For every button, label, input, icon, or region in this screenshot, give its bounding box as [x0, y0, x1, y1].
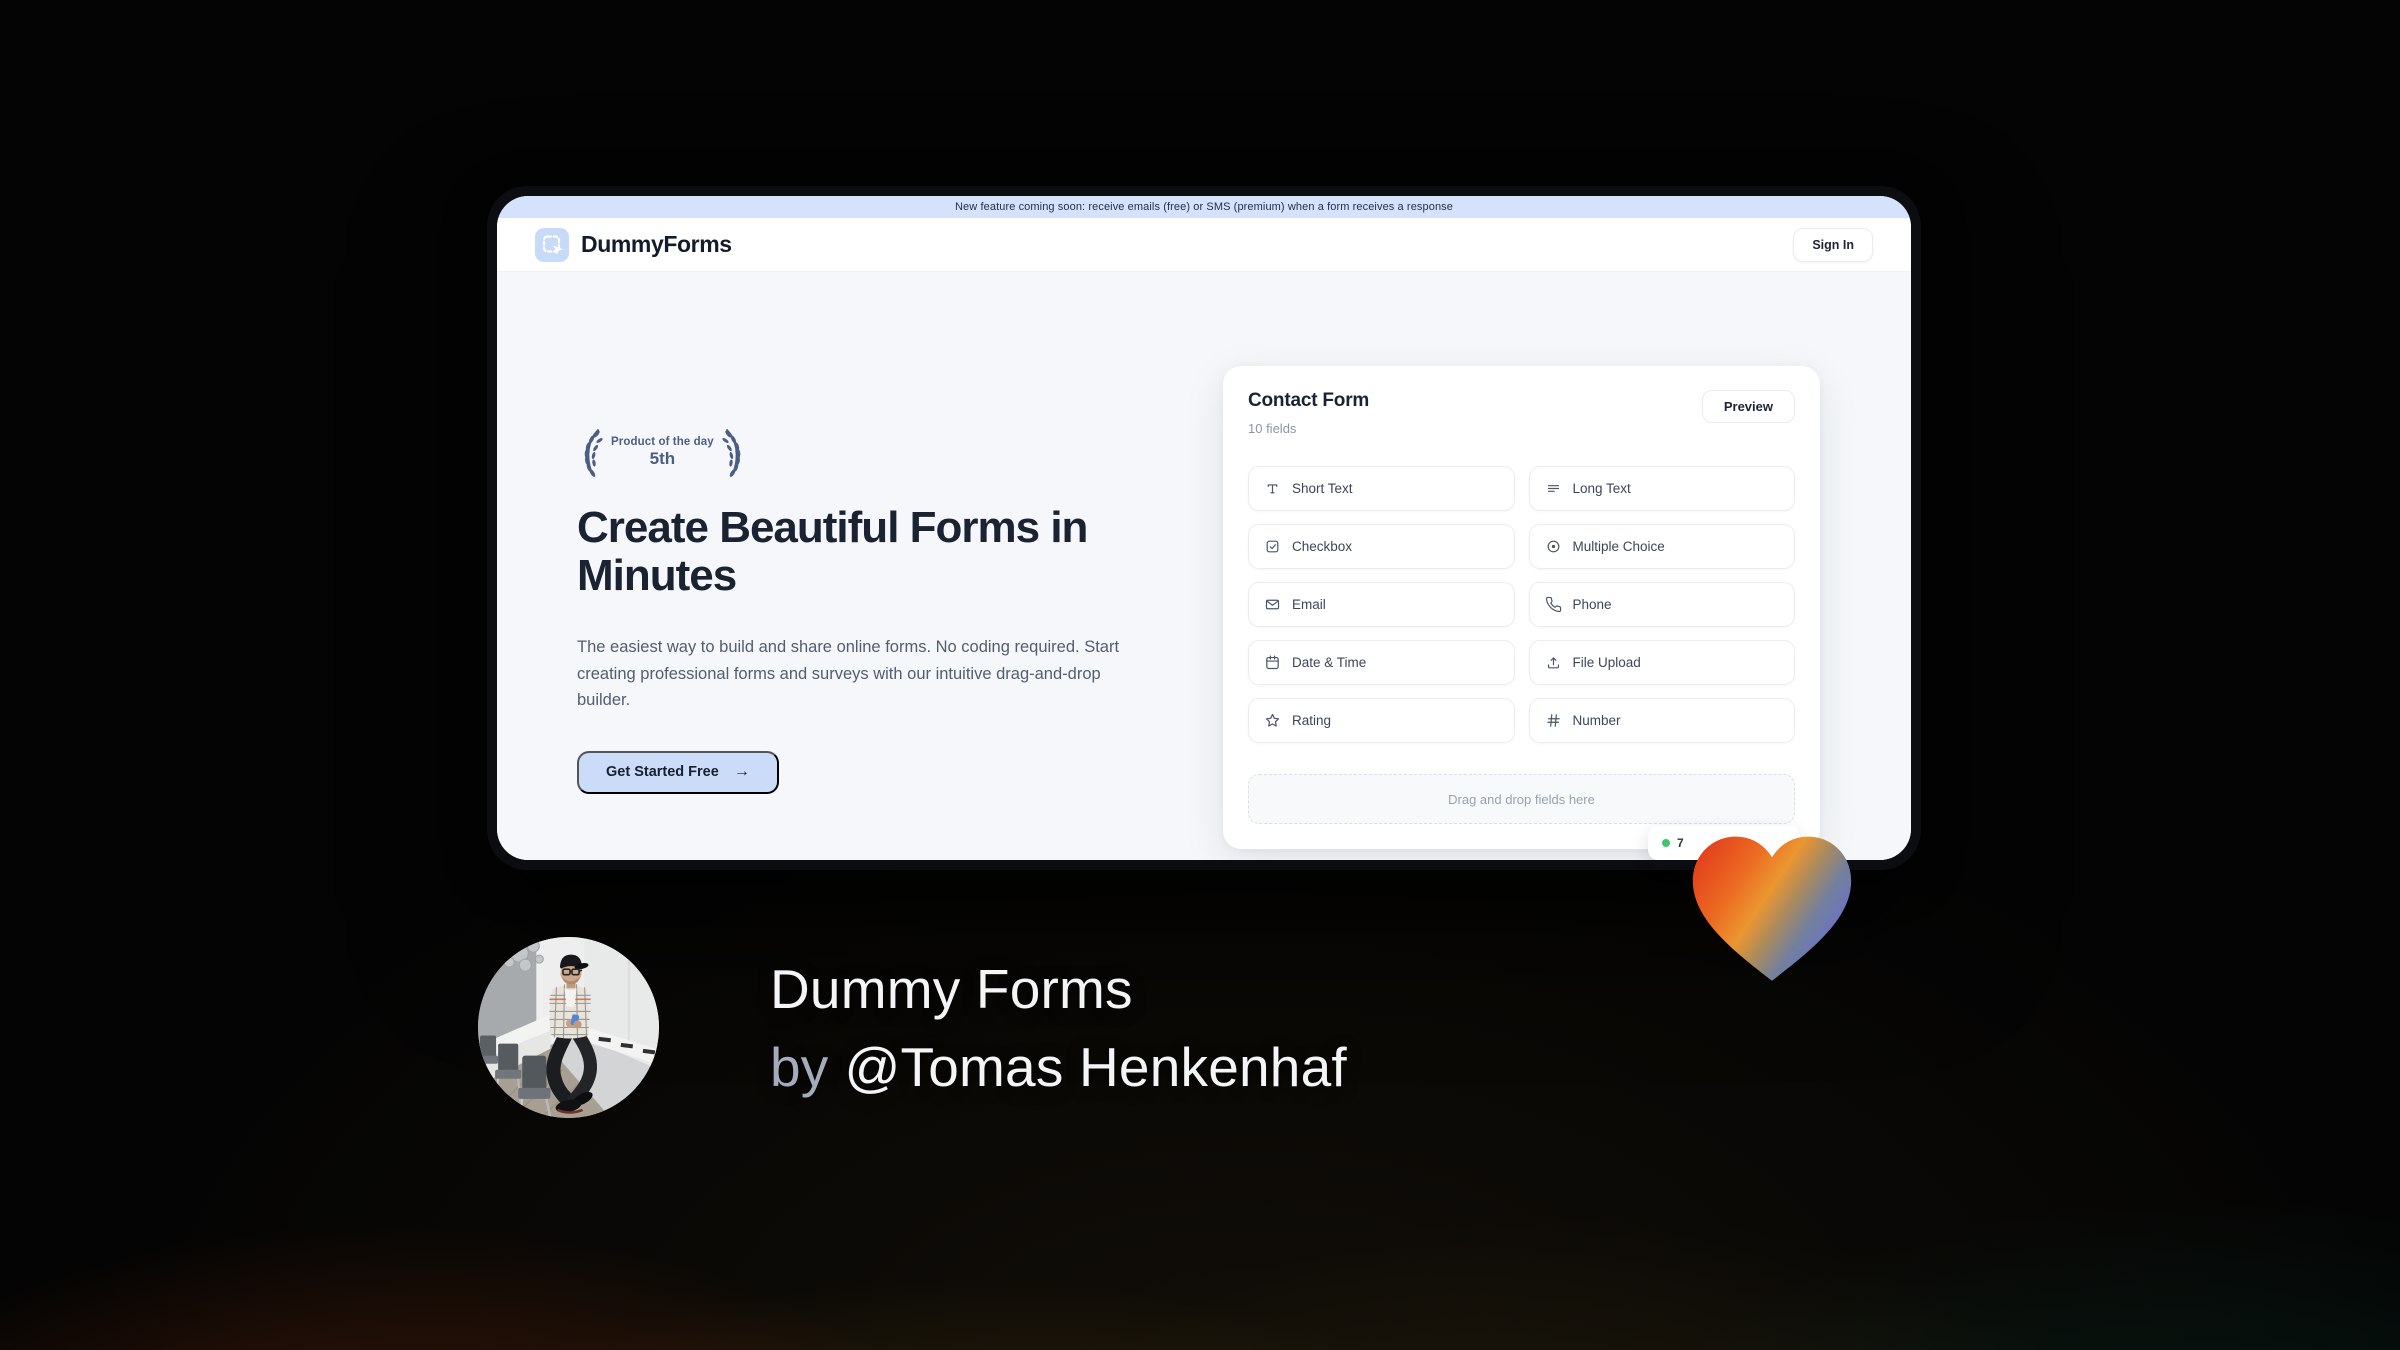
- field-button-phone[interactable]: Phone: [1528, 582, 1795, 627]
- field-button-upload[interactable]: File Upload: [1528, 640, 1795, 685]
- form-builder-panel: Contact Form 10 fields Preview Short Tex…: [1223, 366, 1820, 849]
- field-button-email[interactable]: Email: [1248, 582, 1515, 627]
- announcement-banner: New feature coming soon: receive emails …: [497, 196, 1911, 218]
- brand: DummyForms: [535, 227, 732, 262]
- credit-by: by: [770, 1036, 829, 1098]
- get-started-button[interactable]: Get Started Free →: [577, 750, 779, 794]
- field-label: Email: [1292, 597, 1326, 612]
- app-body: Product of the day 5th Create Beautiful …: [497, 272, 1911, 860]
- brand-name: DummyForms: [581, 231, 732, 257]
- field-label: Number: [1572, 713, 1621, 728]
- field-label: File Upload: [1572, 655, 1641, 670]
- dropzone-text: Drag and drop fields here: [1448, 791, 1595, 807]
- award-title: Product of the day: [611, 435, 714, 448]
- field-button-short-text[interactable]: Short Text: [1248, 466, 1515, 511]
- product-of-the-day-badge: Product of the day 5th: [577, 427, 748, 477]
- long-text-icon: [1547, 485, 1559, 492]
- app-header: DummyForms Sign In: [497, 218, 1911, 272]
- field-label: Phone: [1572, 597, 1612, 612]
- hero-section: Product of the day 5th Create Beautiful …: [577, 427, 1177, 794]
- star-icon: [1265, 713, 1280, 727]
- arrow-right-icon: →: [733, 763, 750, 781]
- promo-canvas: New feature coming soon: receive emails …: [0, 0, 2400, 1350]
- heart-icon: [1692, 836, 1852, 981]
- upload-icon: [1547, 657, 1559, 669]
- hero-description: The easiest way to build and share onlin…: [577, 637, 1120, 710]
- field-label: Multiple Choice: [1572, 539, 1665, 554]
- announcement-text: New feature coming soon: receive emails …: [955, 201, 1453, 213]
- avatar: [478, 937, 659, 1118]
- field-button-calendar[interactable]: Date & Time: [1248, 640, 1515, 685]
- field-label: Checkbox: [1292, 539, 1353, 554]
- brand-cursor-icon: [535, 227, 569, 262]
- preview-button[interactable]: Preview: [1701, 390, 1795, 423]
- credit-author: @Tomas Henkenhaf: [844, 1036, 1347, 1098]
- panel-header: Contact Form 10 fields Preview: [1248, 390, 1795, 436]
- phone-icon: [1545, 596, 1561, 613]
- credit-text: Dummy Forms by @Tomas Henkenhaf: [770, 950, 1347, 1106]
- app-screen: New feature coming soon: receive emails …: [497, 196, 1911, 860]
- browser-window: New feature coming soon: receive emails …: [487, 186, 1921, 870]
- multiple-choice-icon: [1547, 540, 1559, 553]
- field-count: 10 fields: [1248, 421, 1297, 436]
- award-rank: 5th: [649, 448, 676, 468]
- laurel-left-icon: [584, 429, 603, 477]
- laurel-right-icon: [722, 429, 741, 477]
- field-type-grid: Short Text Long Text Checkbox Multiple C…: [1248, 466, 1795, 743]
- credit-product-name: Dummy Forms: [770, 958, 1133, 1020]
- field-label: Rating: [1292, 713, 1332, 728]
- credit-byline: by @Tomas Henkenhaf: [770, 1028, 1347, 1106]
- checkbox-icon: [1266, 540, 1279, 553]
- hash-icon: [1546, 714, 1560, 727]
- form-title: Contact Form: [1248, 390, 1370, 411]
- field-label: Short Text: [1292, 481, 1353, 496]
- field-button-hash[interactable]: Number: [1528, 698, 1795, 743]
- field-button-star[interactable]: Rating: [1248, 698, 1515, 743]
- cta-label: Get Started Free: [606, 764, 719, 781]
- hero-heading: Create Beautiful Forms in Minutes: [577, 503, 1088, 601]
- field-button-checkbox[interactable]: Checkbox: [1248, 524, 1515, 569]
- field-label: Date & Time: [1292, 655, 1367, 670]
- field-button-long-text[interactable]: Long Text: [1528, 466, 1795, 511]
- email-icon: [1265, 599, 1280, 610]
- sign-in-button[interactable]: Sign In: [1793, 227, 1873, 262]
- panel-titles: Contact Form 10 fields: [1248, 390, 1369, 436]
- short-text-icon: [1267, 484, 1278, 494]
- field-label: Long Text: [1572, 481, 1631, 496]
- award-text: Product of the day 5th: [609, 436, 716, 469]
- field-button-multiple-choice[interactable]: Multiple Choice: [1528, 524, 1795, 569]
- calendar-icon: [1266, 655, 1279, 670]
- green-dot-icon: [1662, 839, 1670, 847]
